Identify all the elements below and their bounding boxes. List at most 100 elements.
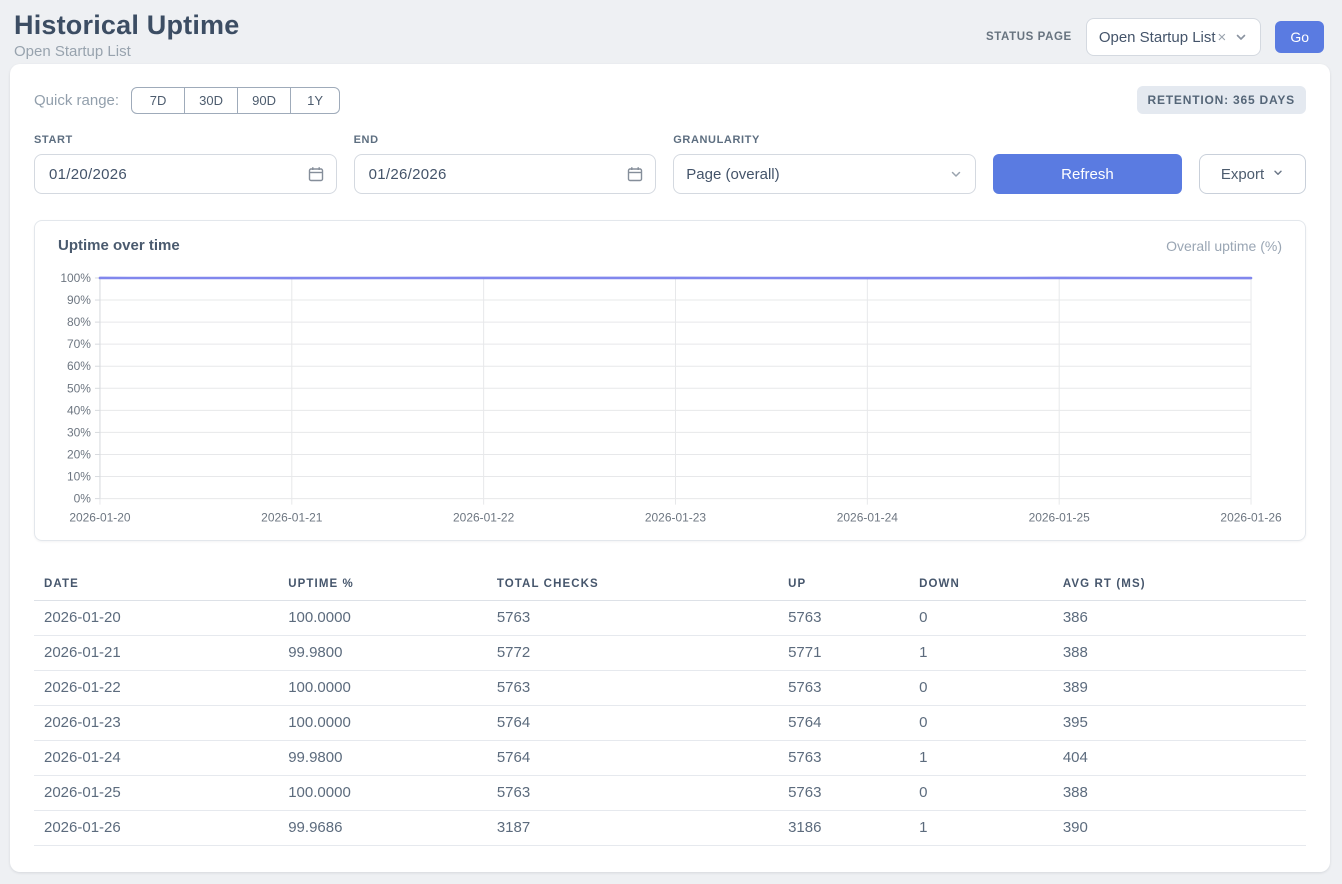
svg-text:60%: 60% — [67, 359, 91, 373]
table-cell: 100.0000 — [278, 775, 487, 810]
end-date-field: END — [354, 134, 657, 194]
svg-text:80%: 80% — [67, 315, 91, 329]
uptime-stats-table: DATEUPTIME %TOTAL CHECKSUPDOWNAVG RT (MS… — [34, 569, 1306, 846]
chart-plot-area: 0%10%20%30%40%50%60%70%80%90%100%2026-01… — [53, 266, 1287, 528]
quick-range-1y-button[interactable]: 1Y — [290, 87, 340, 114]
page-subtitle: Open Startup List — [14, 43, 239, 60]
svg-text:2026-01-22: 2026-01-22 — [453, 511, 515, 525]
column-header: TOTAL CHECKS — [487, 569, 778, 601]
column-header: DOWN — [909, 569, 1053, 601]
table-cell: 395 — [1053, 705, 1306, 740]
granularity-select[interactable]: Page (overall) — [673, 154, 976, 194]
table-cell: 5772 — [487, 635, 778, 670]
svg-text:2026-01-24: 2026-01-24 — [837, 511, 899, 525]
table-cell: 5764 — [487, 740, 778, 775]
end-date-label: END — [354, 134, 657, 146]
table-cell: 5763 — [487, 670, 778, 705]
column-header: UP — [778, 569, 909, 601]
chevron-down-icon — [1272, 166, 1284, 183]
table-cell: 388 — [1053, 775, 1306, 810]
chart-title: Uptime over time — [58, 237, 180, 254]
refresh-field: Refresh — [993, 154, 1182, 194]
start-date-field: START — [34, 134, 337, 194]
svg-text:2026-01-26: 2026-01-26 — [1220, 511, 1282, 525]
table-cell: 5771 — [778, 635, 909, 670]
export-button-label: Export — [1221, 166, 1264, 183]
table-cell: 2026-01-24 — [34, 740, 278, 775]
table-cell: 2026-01-21 — [34, 635, 278, 670]
column-header: AVG RT (MS) — [1053, 569, 1306, 601]
table-cell: 386 — [1053, 600, 1306, 635]
page-title: Historical Uptime — [14, 10, 239, 41]
table-cell: 5763 — [778, 775, 909, 810]
end-date-input-box — [354, 154, 657, 194]
quick-range-90d-button[interactable]: 90D — [237, 87, 291, 114]
start-date-input-box — [34, 154, 337, 194]
table-cell: 5763 — [487, 600, 778, 635]
go-button[interactable]: Go — [1275, 21, 1324, 53]
refresh-button[interactable]: Refresh — [993, 154, 1182, 194]
uptime-line-chart: 0%10%20%30%40%50%60%70%80%90%100%2026-01… — [53, 266, 1287, 528]
retention-badge: RETENTION: 365 DAYS — [1137, 86, 1306, 114]
svg-text:40%: 40% — [67, 403, 91, 417]
table-row: 2026-01-25100.0000576357630388 — [34, 775, 1306, 810]
quick-range-row: Quick range: 7D 30D 90D 1Y RETENTION: 36… — [34, 86, 1306, 114]
svg-text:2026-01-21: 2026-01-21 — [261, 511, 323, 525]
svg-text:90%: 90% — [67, 293, 91, 307]
table-cell: 99.9800 — [278, 635, 487, 670]
column-header: UPTIME % — [278, 569, 487, 601]
table-header-row: DATEUPTIME %TOTAL CHECKSUPDOWNAVG RT (MS… — [34, 569, 1306, 601]
svg-text:20%: 20% — [67, 447, 91, 461]
granularity-selected-value: Page (overall) — [686, 166, 779, 183]
svg-text:2026-01-20: 2026-01-20 — [69, 511, 131, 525]
header-titles: Historical Uptime Open Startup List — [14, 10, 239, 60]
table-cell: 2026-01-25 — [34, 775, 278, 810]
table-cell: 5764 — [487, 705, 778, 740]
export-button[interactable]: Export — [1199, 154, 1306, 194]
table-cell: 2026-01-26 — [34, 810, 278, 845]
quick-range-30d-button[interactable]: 30D — [184, 87, 238, 114]
start-date-label: START — [34, 134, 337, 146]
table-row: 2026-01-2499.9800576457631404 — [34, 740, 1306, 775]
granularity-field: GRANULARITY Page (overall) — [673, 134, 976, 194]
granularity-label: GRANULARITY — [673, 134, 976, 146]
table-cell: 1 — [909, 740, 1053, 775]
table-row: 2026-01-23100.0000576457640395 — [34, 705, 1306, 740]
table-cell: 5764 — [778, 705, 909, 740]
table-cell: 2026-01-22 — [34, 670, 278, 705]
svg-text:0%: 0% — [74, 492, 92, 506]
clear-selection-icon[interactable]: × — [1218, 29, 1227, 46]
table-cell: 0 — [909, 600, 1053, 635]
table-cell: 390 — [1053, 810, 1306, 845]
table-cell: 5763 — [778, 740, 909, 775]
start-date-input[interactable] — [47, 165, 324, 184]
column-header: DATE — [34, 569, 278, 601]
table-cell: 100.0000 — [278, 705, 487, 740]
top-header: Historical Uptime Open Startup List STAT… — [0, 0, 1342, 64]
quick-range-segmented-control: 7D 30D 90D 1Y — [131, 87, 340, 114]
table-cell: 2026-01-20 — [34, 600, 278, 635]
status-page-select[interactable]: Open Startup List × — [1086, 18, 1262, 56]
table-cell: 5763 — [778, 670, 909, 705]
quick-range-7d-button[interactable]: 7D — [131, 87, 185, 114]
chart-header: Uptime over time Overall uptime (%) — [53, 237, 1287, 254]
table-cell: 1 — [909, 810, 1053, 845]
table-cell: 388 — [1053, 635, 1306, 670]
svg-text:2026-01-25: 2026-01-25 — [1029, 511, 1091, 525]
svg-text:70%: 70% — [67, 337, 91, 351]
table-cell: 100.0000 — [278, 600, 487, 635]
filters-row: START END GRANULARITY Page (overall) — [34, 134, 1306, 194]
table-cell: 404 — [1053, 740, 1306, 775]
svg-text:50%: 50% — [67, 381, 91, 395]
table-cell: 0 — [909, 670, 1053, 705]
table-cell: 2026-01-23 — [34, 705, 278, 740]
chevron-down-icon — [949, 167, 963, 181]
export-field: Export — [1199, 154, 1306, 194]
table-cell: 0 — [909, 775, 1053, 810]
table-cell: 3187 — [487, 810, 778, 845]
table-row: 2026-01-2699.9686318731861390 — [34, 810, 1306, 845]
table-cell: 99.9800 — [278, 740, 487, 775]
end-date-input[interactable] — [367, 165, 644, 184]
quick-range-group: Quick range: 7D 30D 90D 1Y — [34, 87, 340, 114]
table-row: 2026-01-22100.0000576357630389 — [34, 670, 1306, 705]
